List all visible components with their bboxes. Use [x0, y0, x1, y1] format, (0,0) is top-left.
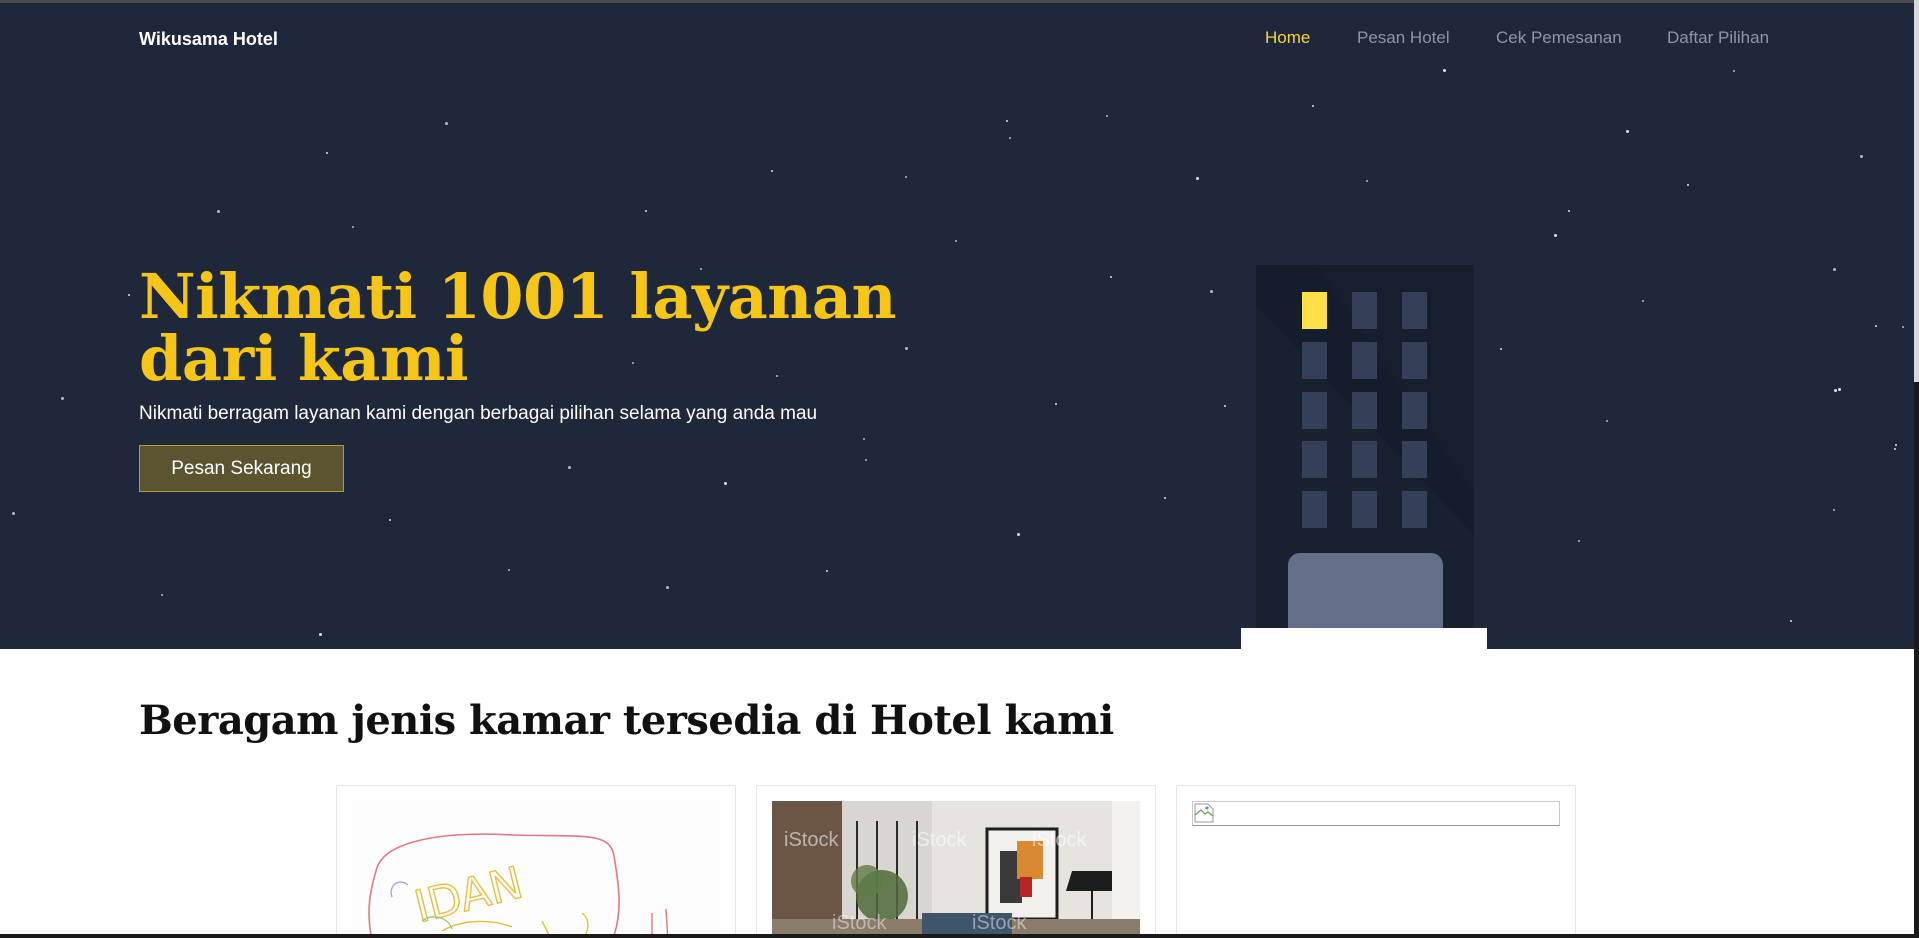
- scrollbar-track[interactable]: [1914, 0, 1919, 382]
- hero-title: Nikmati 1001 layanan dari kami: [139, 260, 897, 395]
- nav-daftar-pilihan[interactable]: Daftar Pilihan: [1667, 28, 1769, 48]
- star-dot: [1224, 405, 1226, 407]
- room-interior-photo: iStock iStock iStock iStock iStock: [772, 801, 1140, 934]
- star-dot: [12, 512, 15, 515]
- star-dot: [352, 226, 354, 228]
- star-dot: [1838, 388, 1841, 391]
- star-dot: [1554, 234, 1557, 237]
- building-window: [1302, 392, 1327, 429]
- building-window: [1402, 392, 1427, 429]
- hero-subtitle: Nikmati berragam layanan kami dengan ber…: [139, 403, 818, 424]
- nav-cek-pemesanan[interactable]: Cek Pemesanan: [1496, 28, 1622, 48]
- building-base: [1241, 628, 1487, 650]
- star-dot: [1894, 448, 1896, 450]
- star-dot: [568, 466, 571, 469]
- star-dot: [326, 152, 328, 154]
- star-dot: [161, 594, 163, 596]
- room-card-image: IDAN: [352, 801, 720, 934]
- star-dot: [1006, 120, 1008, 122]
- watermark-text: iStock: [1032, 829, 1087, 851]
- star-dot: [1500, 348, 1502, 350]
- star-dot: [905, 176, 907, 178]
- star-dot: [1895, 444, 1897, 446]
- watermark-text: iStock: [784, 829, 839, 851]
- star-dot: [1009, 137, 1011, 139]
- star-dot: [1443, 69, 1446, 72]
- star-dot: [217, 210, 220, 213]
- watermark-text: iStock: [912, 829, 967, 851]
- screen-edge: [0, 934, 1919, 938]
- nav-home[interactable]: Home: [1265, 28, 1310, 48]
- star-dot: [863, 438, 865, 440]
- star-dot: [1626, 130, 1629, 133]
- star-dot: [1875, 325, 1877, 327]
- hotel-building-illustration: [1256, 265, 1474, 649]
- star-dot: [61, 397, 64, 400]
- star-dot: [1017, 533, 1020, 536]
- star-dot: [1687, 184, 1689, 186]
- watermark-text: iStock: [832, 912, 887, 934]
- hero-section: Wikusama Hotel Home Pesan Hotel Cek Peme…: [0, 3, 1914, 649]
- room-card[interactable]: IDAN: [336, 785, 736, 934]
- star-dot: [955, 240, 957, 242]
- room-card[interactable]: [1176, 785, 1576, 934]
- star-dot: [666, 586, 669, 589]
- star-dot: [1606, 420, 1608, 422]
- building-window: [1402, 441, 1427, 478]
- pesan-sekarang-button[interactable]: Pesan Sekarang: [139, 445, 344, 492]
- star-dot: [1733, 70, 1735, 72]
- handwritten-sketch-image: IDAN: [352, 801, 720, 934]
- star-dot: [826, 570, 828, 572]
- building-door: [1288, 553, 1443, 637]
- star-dot: [1164, 497, 1166, 499]
- star-dot: [724, 482, 727, 485]
- star-dot: [1860, 155, 1863, 158]
- star-dot: [1312, 105, 1314, 107]
- star-dot: [1210, 290, 1213, 293]
- star-dot: [1833, 268, 1836, 271]
- star-dot: [1833, 509, 1835, 511]
- building-window: [1402, 292, 1427, 329]
- star-dot: [1110, 276, 1112, 278]
- star-dot: [1106, 115, 1108, 117]
- star-dot: [1642, 300, 1644, 302]
- star-dot: [1578, 540, 1580, 542]
- building-window: [1302, 441, 1327, 478]
- star-dot: [389, 519, 391, 521]
- star-dot: [1834, 389, 1837, 392]
- page: Wikusama Hotel Home Pesan Hotel Cek Peme…: [0, 0, 1914, 934]
- building-window: [1352, 292, 1377, 329]
- star-dot: [865, 459, 867, 461]
- room-card-image: iStock iStock iStock iStock iStock: [772, 801, 1140, 934]
- star-dot: [1568, 210, 1570, 212]
- building-window: [1402, 491, 1427, 528]
- star-dot: [128, 294, 130, 296]
- star-dot: [1055, 403, 1057, 405]
- room-card-image: [1192, 801, 1560, 826]
- star-dot: [319, 633, 322, 636]
- rooms-section-title: Beragam jenis kamar tersedia di Hotel ka…: [139, 697, 1114, 744]
- star-dot: [645, 210, 647, 212]
- building-window: [1402, 342, 1427, 379]
- broken-image-icon: [1194, 803, 1214, 823]
- lit-window: [1302, 292, 1327, 329]
- star-dot: [771, 170, 773, 172]
- building-window: [1352, 392, 1377, 429]
- building-window: [1352, 342, 1377, 379]
- building-window: [1302, 491, 1327, 528]
- star-dot: [1790, 620, 1792, 622]
- star-dot: [1196, 177, 1199, 180]
- nav-pesan-hotel[interactable]: Pesan Hotel: [1357, 28, 1450, 48]
- star-dot: [1366, 180, 1368, 182]
- star-dot: [1902, 326, 1904, 328]
- building-window: [1352, 491, 1377, 528]
- star-dot: [445, 122, 448, 125]
- star-dot: [508, 569, 510, 571]
- room-card[interactable]: iStock iStock iStock iStock iStock: [756, 785, 1156, 934]
- building-window: [1302, 342, 1327, 379]
- building-window: [1352, 441, 1377, 478]
- watermark-text: iStock: [972, 912, 1027, 934]
- brand-logo[interactable]: Wikusama Hotel: [139, 29, 278, 50]
